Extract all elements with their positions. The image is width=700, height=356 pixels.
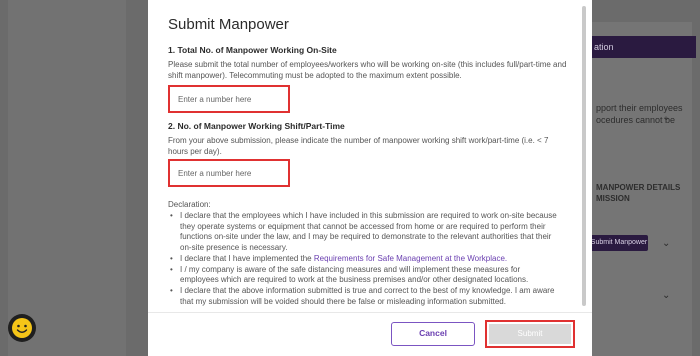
submit-button[interactable]: Submit	[489, 324, 571, 344]
q2-title: 2. No. of Manpower Working Shift/Part-Ti…	[168, 121, 345, 131]
smiley-face-icon	[12, 318, 32, 338]
shift-manpower-input[interactable]	[170, 161, 288, 185]
declaration-item: • I declare that the above information s…	[170, 286, 555, 306]
modal-title: Submit Manpower	[168, 16, 289, 33]
q1-description: Please submit the total number of employ…	[168, 60, 567, 80]
declaration-item: • I / my company is aware of the safe di…	[170, 264, 529, 285]
total-manpower-input[interactable]	[170, 87, 288, 111]
modal-scrollbar[interactable]	[582, 6, 586, 306]
declaration-item: • I declare that I have implemented the …	[170, 253, 508, 263]
q1-title: 1. Total No. of Manpower Working On-Site	[168, 45, 337, 55]
shift-manpower-input-wrapper	[168, 159, 290, 187]
chevron-down-icon: ⌄	[662, 112, 671, 123]
chevron-down-icon: ⌄	[662, 290, 671, 301]
footer-divider	[148, 312, 592, 313]
chat-smiley-icon[interactable]	[8, 314, 36, 342]
total-manpower-input-wrapper	[168, 85, 290, 113]
chevron-down-icon: ⌄	[662, 238, 671, 249]
submit-manpower-button: Submit Manpower	[590, 235, 648, 251]
declaration-list: • I declare that the employees which I h…	[168, 211, 560, 308]
background-banner: ation	[584, 36, 696, 58]
declaration-title: Declaration:	[168, 200, 211, 209]
safe-management-link[interactable]: Requirements for Safe Management at the …	[314, 254, 507, 263]
q2-description: From your above submission, please indic…	[168, 136, 549, 156]
declaration-item: • I declare that the employees which I h…	[170, 211, 557, 252]
submit-manpower-modal: Submit Manpower 1. Total No. of Manpower…	[148, 0, 592, 356]
background-details-heading: MANPOWER DETAILS MISSION	[596, 183, 681, 203]
cancel-button[interactable]: Cancel	[391, 322, 475, 346]
submit-button-wrapper: Submit	[485, 320, 575, 348]
background-card-left	[8, 0, 126, 356]
